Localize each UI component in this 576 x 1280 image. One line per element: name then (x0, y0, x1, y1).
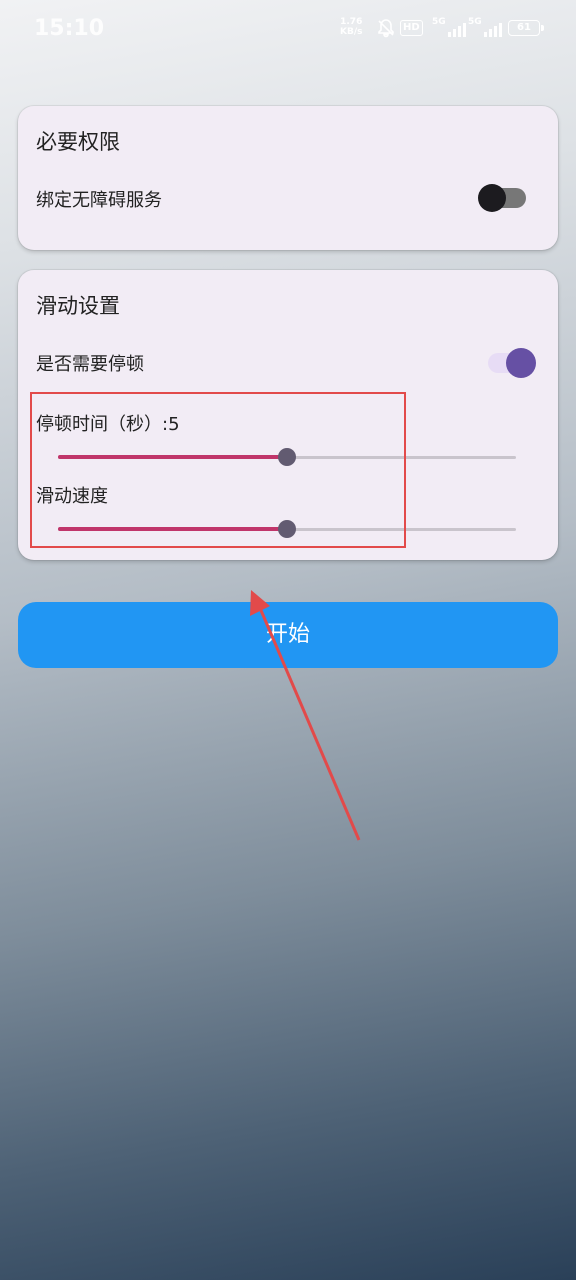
slide-settings-title: 滑动设置 (36, 294, 120, 318)
status-time: 15:10 (34, 16, 105, 41)
sim2-network-type: 5G (468, 17, 482, 27)
accessibility-service-switch[interactable] (478, 184, 526, 212)
battery-icon: 61 (508, 20, 544, 36)
pause-needed-switch[interactable] (488, 348, 536, 378)
signal-icon: 5G (468, 17, 502, 37)
annotation-highlight-box (30, 392, 406, 548)
bell-mute-icon (376, 18, 396, 43)
accessibility-service-label: 绑定无障碍服务 (36, 190, 162, 211)
permissions-card: 必要权限 绑定无障碍服务 (18, 106, 558, 250)
network-speed: 1.76 KB/s (340, 17, 362, 37)
network-speed-unit: KB/s (340, 27, 363, 37)
switch-thumb (478, 184, 506, 212)
sim1-network-type: 5G (432, 17, 446, 27)
switch-thumb (506, 348, 536, 378)
permissions-title: 必要权限 (36, 130, 120, 154)
pause-needed-label: 是否需要停顿 (36, 354, 144, 375)
start-button[interactable]: 开始 (18, 602, 558, 668)
network-speed-value: 1.76 (340, 17, 363, 27)
hd-icon: HD (400, 20, 423, 36)
status-bar: 15:10 1.76 KB/s HD 5G 5G 61 (0, 0, 576, 58)
signal-icon: 5G (432, 17, 466, 37)
